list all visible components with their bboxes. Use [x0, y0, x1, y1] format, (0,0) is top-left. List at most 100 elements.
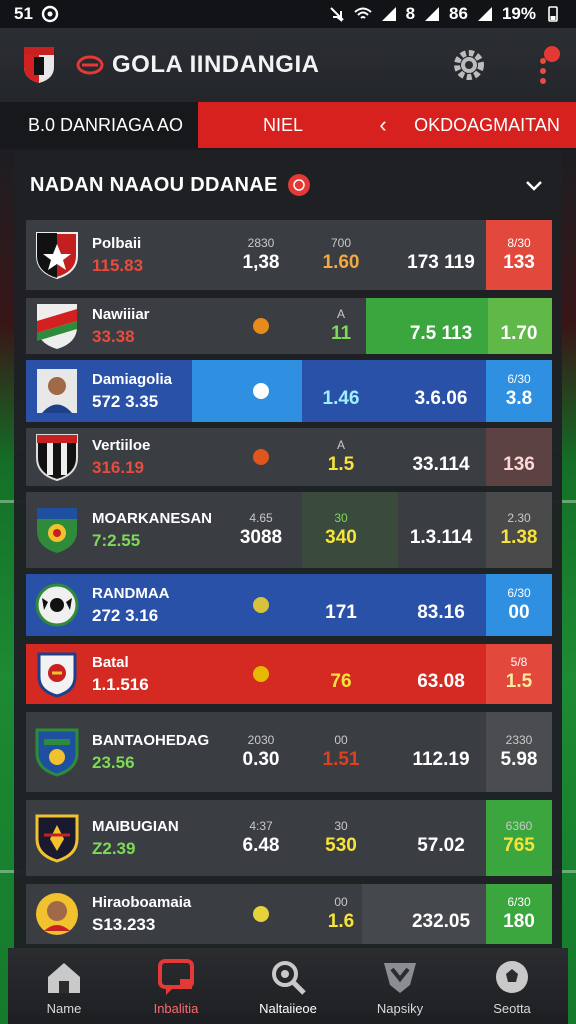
odds-value[interactable]: 1.60 — [323, 252, 360, 274]
team-crest-icon — [35, 583, 79, 627]
search-ball-icon — [272, 960, 306, 995]
odds-value[interactable]: 11 — [331, 323, 351, 345]
match-row[interactable]: Vertiiloe 316.19 A 1.5 33.114 136 — [26, 428, 552, 486]
odds-label: 4.65 — [249, 511, 273, 525]
odds-value[interactable]: 3.6.06 — [415, 388, 468, 410]
odds-label: A — [336, 307, 345, 321]
team-crest-icon — [37, 652, 77, 698]
match-row[interactable]: Damiagolia 572 3.35 1.46 3.6.06 6/30 3.8 — [26, 360, 552, 422]
team-score: 115.83 — [92, 255, 144, 275]
odds-value[interactable]: 63.08 — [417, 671, 465, 693]
odds-value[interactable]: 7.5 113 — [410, 323, 472, 345]
team-name: RANDMAA — [92, 584, 170, 602]
team-name: Damiagolia — [92, 370, 173, 388]
signal-icon — [381, 7, 396, 21]
odds-value[interactable]: 173 119 — [407, 252, 475, 274]
team-crest-icon — [37, 304, 77, 349]
tab-right[interactable]: OKDOAGMAITAN — [398, 115, 576, 136]
nav-item-shield[interactable]: Napsiky — [344, 948, 456, 1024]
signal-label: 8 — [405, 4, 416, 23]
match-row[interactable]: Polbaii 115.83 2830 1,38 700 1.60 173 119 … — [26, 220, 552, 290]
team-crest-icon — [36, 434, 78, 482]
team-name: Vertiiloe — [92, 436, 151, 454]
match-row[interactable]: MAIBUGIAN Z2.39 4:37 6.48 30 530 57.02 636… — [26, 800, 552, 876]
nav-item-score[interactable]: Seotta — [456, 948, 568, 1024]
coin-icon — [253, 383, 269, 399]
battery-icon — [548, 6, 558, 22]
nav-item-search[interactable]: Naltaiieoe — [232, 948, 344, 1024]
settings-gear-icon[interactable] — [450, 46, 488, 84]
odds-value[interactable]: 136 — [503, 454, 535, 476]
odds-value[interactable]: 1,38 — [243, 252, 280, 274]
odds-value[interactable]: 530 — [325, 835, 357, 857]
ball-icon — [496, 960, 528, 993]
signal-label-2: 86 — [449, 4, 468, 23]
odds-label: 700 — [330, 236, 352, 250]
odds-value[interactable]: 112.19 — [412, 749, 469, 771]
odds-value[interactable]: 76 — [330, 671, 351, 693]
odds-value[interactable]: 3088 — [240, 527, 282, 549]
odds-value[interactable]: 0.30 — [243, 749, 280, 771]
match-row[interactable]: RANDMAA 272 3.16 171 83.16 6/30 00 — [26, 574, 552, 636]
odds-value[interactable]: 133 — [503, 252, 535, 274]
coin-icon — [253, 318, 269, 334]
odds-value[interactable]: 765 — [503, 835, 535, 857]
coin-icon — [253, 666, 269, 682]
match-row[interactable]: BANTAOHEDAG 23.56 2030 0.30 00 1.51 112.19… — [26, 712, 552, 792]
team-name: MAIBUGIAN — [92, 817, 179, 835]
odds-label: 6/30 — [507, 372, 531, 386]
odds-value[interactable]: 171 — [325, 602, 357, 624]
tab-left[interactable]: B.0 DANRIAGA AO — [0, 102, 198, 148]
notification-icon — [41, 5, 59, 23]
odds-value[interactable]: 1.70 — [501, 323, 538, 345]
player-avatar-icon — [37, 369, 77, 413]
signal-icon-2 — [425, 7, 440, 21]
chevron-left-icon[interactable]: ‹ — [368, 112, 398, 138]
team-score: 7:2.55 — [92, 530, 141, 550]
odds-label: 2330 — [505, 733, 533, 747]
status-bar: 51 8 86 19% — [0, 0, 576, 28]
nav-item-inbox[interactable]: Inbalitia — [120, 948, 232, 1024]
tab-bar: B.0 DANRIAGA AO NIEL ‹ OKDOAGMAITAN — [0, 102, 576, 148]
odds-value[interactable]: 83.16 — [417, 602, 465, 624]
odds-value[interactable]: 00 — [508, 602, 529, 624]
nav-label: Name — [46, 1000, 82, 1016]
odds-value[interactable]: 1.38 — [501, 527, 538, 549]
team-name: Polbaii — [92, 234, 142, 252]
more-menu-button[interactable] — [532, 46, 560, 84]
chat-icon — [158, 958, 194, 995]
tab-middle[interactable]: NIEL — [198, 115, 368, 136]
odds-label: 30 — [334, 819, 348, 833]
odds-value[interactable]: 3.8 — [506, 388, 532, 410]
odds-value[interactable]: 1.51 — [323, 749, 360, 771]
match-row[interactable]: Hiraoboamaia S13.233 00 1.6 232.05 6/30 18… — [26, 884, 552, 944]
odds-label: 00 — [334, 895, 348, 909]
nav-item-home[interactable]: Name — [8, 948, 120, 1024]
team-score: 572 3.35 — [92, 391, 159, 411]
team-score: 1.1.516 — [92, 674, 149, 694]
odds-value[interactable]: 340 — [325, 527, 357, 549]
odds-value[interactable]: 232.05 — [412, 911, 470, 933]
odds-value[interactable]: 1.3.114 — [410, 527, 472, 549]
app-bar: GOLA IINDANGIA — [0, 28, 576, 102]
odds-value[interactable]: 5.98 — [501, 749, 538, 771]
team-score: 316.19 — [92, 457, 144, 477]
match-row[interactable]: Batal 1.1.516 76 63.08 5/8 1.5 — [26, 644, 552, 704]
tab-right-group: NIEL ‹ OKDOAGMAITAN — [198, 102, 576, 148]
odds-value[interactable]: 33.114 — [412, 454, 469, 476]
chevron-down-icon[interactable] — [522, 173, 546, 197]
team-crest-icon — [35, 728, 79, 777]
odds-value[interactable]: 57.02 — [417, 835, 465, 857]
match-row[interactable]: MOARKANESAN 7:2.55 4.65 3088 30 340 1.3.11… — [26, 492, 552, 568]
odds-value[interactable]: 1.5 — [328, 454, 354, 476]
odds-value[interactable]: 1.5 — [506, 671, 532, 693]
bottom-navigation: Name Inbalitia Naltaiieoe Napsiky Seotta — [8, 948, 568, 1024]
odds-value[interactable]: 1.6 — [328, 911, 354, 933]
brand-logo-icon — [76, 55, 104, 75]
odds-value[interactable]: 6.48 — [243, 835, 280, 857]
odds-value[interactable]: 180 — [503, 911, 535, 933]
odds-label: 2.30 — [507, 511, 531, 525]
notification-badge — [544, 46, 560, 62]
odds-value[interactable]: 1.46 — [323, 388, 360, 410]
match-row[interactable]: Nawiiiar 33.38 A 11 7.5 113 1.70 — [26, 298, 552, 354]
